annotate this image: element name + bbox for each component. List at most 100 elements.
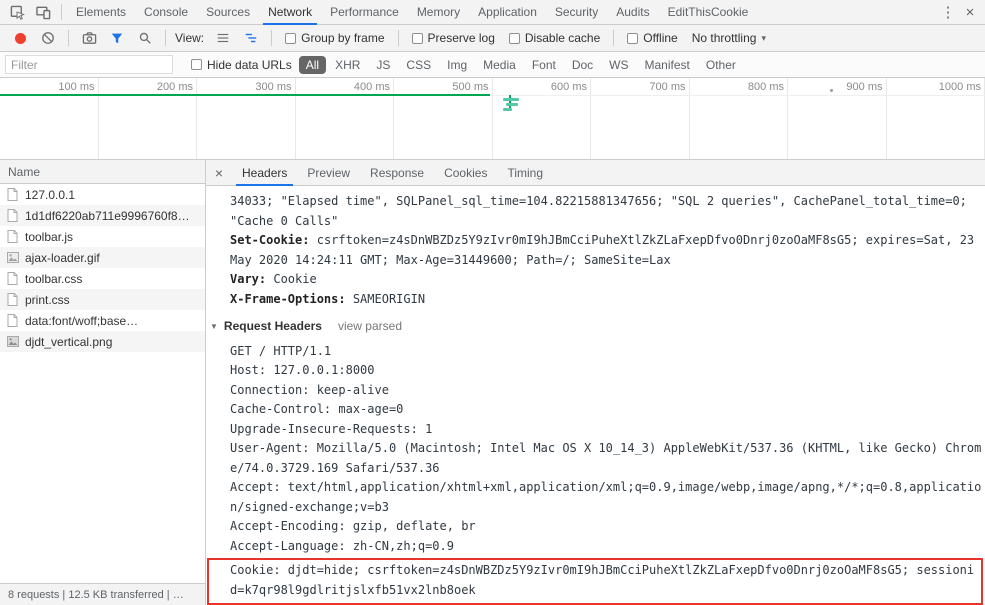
group-by-frame-checkbox[interactable]: Group by frame — [279, 31, 390, 45]
filter-type-img[interactable]: Img — [440, 56, 474, 74]
font-icon — [7, 314, 19, 327]
divider — [61, 4, 62, 20]
funnel-icon — [111, 33, 123, 44]
throttling-select[interactable]: No throttling ▾ — [686, 31, 772, 45]
checkbox-icon — [285, 32, 297, 44]
tab-security[interactable]: Security — [546, 0, 607, 24]
cookie-highlight-annotation: Cookie: djdt=hide; csrftoken=z4sDnWBZDz5… — [207, 558, 983, 605]
inspect-cursor-icon — [10, 5, 25, 20]
capture-screenshots-button[interactable] — [76, 27, 102, 50]
request-headers-section-toggle[interactable]: ▼ Request Headers view parsed — [210, 317, 985, 337]
view-parsed-link[interactable]: view parsed — [338, 317, 402, 337]
large-request-rows-button[interactable] — [210, 27, 236, 50]
clear-network-log-button[interactable] — [35, 27, 61, 50]
tab-timing[interactable]: Timing — [497, 160, 553, 185]
divider — [613, 30, 615, 46]
inspect-element-button[interactable] — [4, 1, 30, 24]
close-details-icon[interactable]: × — [206, 165, 232, 181]
request-row[interactable]: ajax-loader.gif — [0, 247, 205, 268]
tab-sources[interactable]: Sources — [197, 0, 259, 24]
tab-elements[interactable]: Elements — [67, 0, 135, 24]
stylesheet-icon — [7, 293, 19, 306]
response-header-x-frame-options: X-Frame-Options: SAMEORIGIN — [230, 290, 985, 310]
filter-type-manifest[interactable]: Manifest — [638, 56, 697, 74]
offline-checkbox[interactable]: Offline — [621, 31, 683, 45]
tab-preview[interactable]: Preview — [297, 160, 360, 185]
request-raw-line: Upgrade-Insecure-Requests: 1 — [230, 421, 433, 436]
request-raw-line: Accept-Language: zh-CN,zh;q=0.9 — [230, 538, 454, 553]
details-tabbar: × Headers Preview Response Cookies Timin… — [206, 160, 985, 186]
request-row[interactable]: toolbar.css — [0, 268, 205, 289]
network-toolbar: View: Group by frame Preserve log Disabl… — [0, 25, 985, 52]
section-title: Request Headers — [223, 319, 322, 333]
timeline-overview[interactable]: 100 ms 200 ms 300 ms 400 ms 500 ms 600 m… — [0, 78, 985, 160]
request-row[interactable]: 127.0.0.1 — [0, 184, 205, 205]
filter-type-css[interactable]: CSS — [399, 56, 438, 74]
request-row[interactable]: data:font/woff;base… — [0, 310, 205, 331]
request-rows: 127.0.0.1 1d1df6220ab711e9996760f8… tool… — [0, 184, 205, 352]
timeline-grid: 100 ms 200 ms 300 ms 400 ms 500 ms 600 m… — [0, 78, 985, 159]
hide-data-urls-checkbox[interactable]: Hide data URLs — [185, 58, 298, 72]
network-filter-bar: Hide data URLs All XHR JS CSS Img Media … — [0, 52, 985, 78]
filter-input[interactable] — [5, 55, 173, 74]
waterfall-bar — [503, 108, 512, 111]
request-name: toolbar.css — [25, 271, 83, 286]
header-name: Set-Cookie: — [230, 233, 310, 247]
filter-type-js[interactable]: JS — [369, 56, 397, 74]
timeline-tick: 500 ms — [394, 78, 493, 159]
filter-type-doc[interactable]: Doc — [565, 56, 600, 74]
tab-console[interactable]: Console — [135, 0, 197, 24]
search-button[interactable] — [132, 27, 158, 50]
main-tabbar: Elements Console Sources Network Perform… — [0, 0, 985, 25]
tab-audits[interactable]: Audits — [607, 0, 658, 24]
request-row[interactable]: 1d1df6220ab711e9996760f8… — [0, 205, 205, 226]
request-row[interactable]: print.css — [0, 289, 205, 310]
request-raw-line: User-Agent: Mozilla/5.0 (Macintosh; Inte… — [230, 441, 982, 475]
tab-response[interactable]: Response — [360, 160, 434, 185]
event-marker-line — [509, 95, 511, 108]
filter-type-ws[interactable]: WS — [602, 56, 635, 74]
tab-performance[interactable]: Performance — [321, 0, 408, 24]
filter-type-media[interactable]: Media — [476, 56, 523, 74]
record-network-log-button[interactable] — [7, 27, 33, 50]
device-toolbar-icon — [35, 6, 50, 19]
checkbox-label: Preserve log — [427, 31, 495, 45]
tab-headers[interactable]: Headers — [232, 160, 297, 186]
tab-application[interactable]: Application — [469, 0, 546, 24]
divider — [165, 30, 166, 46]
close-devtools-icon[interactable]: × — [959, 4, 981, 21]
tab-cookies[interactable]: Cookies — [434, 160, 497, 185]
tab-memory[interactable]: Memory — [408, 0, 469, 24]
request-raw-line: GET / HTTP/1.1 — [230, 343, 332, 358]
request-list-panel: Name 127.0.0.1 1d1df6220ab711e9996760f8…… — [0, 160, 206, 605]
waterfall-overview-icon — [245, 33, 257, 43]
request-raw-line: Host: 127.0.0.1:8000 — [230, 363, 375, 377]
view-label: View: — [175, 31, 205, 45]
filter-type-all[interactable]: All — [298, 55, 327, 74]
request-row[interactable]: djdt_vertical.png — [0, 331, 205, 352]
throttling-value: No throttling — [691, 31, 757, 45]
filter-type-other[interactable]: Other — [699, 56, 743, 74]
response-header-value-overflow: 34033; "Elapsed time", SQLPanel_sql_time… — [230, 194, 967, 228]
clear-icon — [42, 32, 54, 44]
filter-type-xhr[interactable]: XHR — [328, 56, 367, 74]
filter-toggle-button[interactable] — [104, 27, 130, 50]
name-column-header[interactable]: Name — [0, 160, 205, 184]
device-toolbar-button[interactable] — [30, 1, 56, 24]
timeline-tick: 700 ms — [591, 78, 690, 159]
response-header-set-cookie: Set-Cookie: csrftoken=z4sDnWBZDz5Y9zIvr0… — [230, 231, 985, 270]
disable-cache-checkbox[interactable]: Disable cache — [503, 31, 606, 45]
checkbox-label: Hide data URLs — [207, 57, 292, 72]
tab-editthiscookie[interactable]: EditThisCookie — [659, 0, 758, 24]
more-options-icon[interactable]: ⋮ — [937, 3, 959, 21]
timeline-tick: 900 ms — [788, 78, 887, 159]
header-name: Vary: — [230, 272, 267, 286]
show-overview-button[interactable] — [238, 27, 264, 50]
image-icon — [7, 336, 19, 347]
document-icon — [7, 188, 19, 201]
divider — [68, 30, 69, 46]
request-row[interactable]: toolbar.js — [0, 226, 205, 247]
filter-type-font[interactable]: Font — [525, 56, 563, 74]
tab-network[interactable]: Network — [259, 0, 321, 25]
preserve-log-checkbox[interactable]: Preserve log — [406, 31, 501, 45]
